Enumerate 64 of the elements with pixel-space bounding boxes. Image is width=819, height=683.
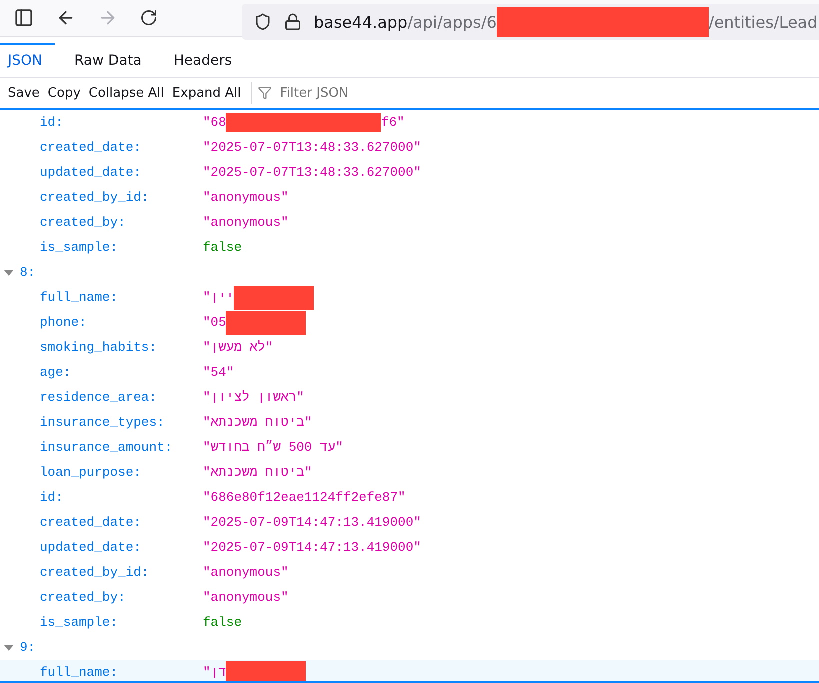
- property-key: created_date:: [40, 515, 203, 530]
- property-key: full_name:: [40, 665, 203, 680]
- property-key: is_sample:: [40, 240, 203, 255]
- url-path: /api/apps/6: [408, 12, 497, 32]
- view-tab[interactable]: Raw Data: [66, 43, 154, 77]
- view-tab[interactable]: JSON: [0, 43, 55, 77]
- toolbar-button[interactable]: Collapse All: [84, 84, 168, 102]
- property-key: insurance_types:: [40, 415, 203, 430]
- reload-icon[interactable]: [140, 9, 158, 27]
- property-key: created_by:: [40, 215, 203, 230]
- property-key: created_by_id:: [40, 190, 203, 205]
- property-value: "2025-07-07T13:48:33.627000": [203, 140, 422, 155]
- property-value: "68: [203, 115, 226, 130]
- property-key: insurance_amount:: [40, 440, 203, 455]
- array-index: 9:: [20, 640, 36, 655]
- property-key: id:: [40, 490, 203, 505]
- property-key: loan_purpose:: [40, 465, 203, 480]
- property-value: "ביטוח משכנתא": [203, 415, 312, 430]
- property-value: false: [203, 615, 242, 630]
- property-key: phone:: [40, 315, 203, 330]
- property-key: created_by_id:: [40, 565, 203, 580]
- url-host: base44.app: [314, 12, 408, 32]
- property-value: "anonymous": [203, 215, 289, 230]
- lock-icon: [284, 13, 302, 31]
- sidebar-icon[interactable]: [14, 8, 34, 28]
- property-value: "ביטוח משכנתא": [203, 465, 312, 480]
- property-value: "2025-07-07T13:48:33.627000": [203, 165, 422, 180]
- property-key: smoking_habits:: [40, 340, 203, 355]
- shield-icon[interactable]: [254, 13, 272, 31]
- property-value: "05: [203, 315, 226, 330]
- property-value: "anonymous": [203, 190, 289, 205]
- property-value: false: [203, 240, 242, 255]
- property-key: updated_date:: [40, 165, 203, 180]
- view-tab[interactable]: Headers: [166, 43, 244, 77]
- toolbar-button[interactable]: Expand All: [168, 84, 246, 102]
- property-value: "דן: [203, 665, 226, 680]
- property-value: "anonymous": [203, 590, 289, 605]
- property-key: is_sample:: [40, 615, 203, 630]
- expanded-caret-icon[interactable]: [4, 642, 14, 652]
- property-key: created_by:: [40, 590, 203, 605]
- toolbar-button[interactable]: Save: [4, 84, 44, 102]
- property-key: full_name:: [40, 290, 203, 305]
- property-key: age:: [40, 365, 203, 380]
- property-value: "anonymous": [203, 565, 289, 580]
- property-key: residence_area:: [40, 390, 203, 405]
- property-value: "54": [203, 365, 234, 380]
- property-key: created_date:: [40, 140, 203, 155]
- property-value: "לא מעשן": [203, 340, 274, 355]
- array-index: 8:: [20, 265, 36, 280]
- toolbar-button[interactable]: Copy: [44, 84, 85, 102]
- url-path: /entities/Lead: [708, 12, 818, 32]
- property-key: id:: [40, 115, 203, 130]
- expanded-caret-icon[interactable]: [4, 268, 14, 278]
- property-value: "ראשון לציון": [203, 390, 304, 405]
- property-value: "2025-07-09T14:47:13.419000": [203, 515, 422, 530]
- property-value: "2025-07-09T14:47:13.419000": [203, 540, 422, 555]
- property-key: updated_date:: [40, 540, 203, 555]
- property-value: "עד 500 ש״ח בחודש": [203, 440, 344, 455]
- address-bar[interactable]: base44.app/api/apps/6 /entities/Lead: [242, 4, 819, 40]
- property-value: "686e80f12eae1124ff2efe87": [203, 490, 406, 505]
- filter-field[interactable]: Filter JSON: [278, 84, 482, 102]
- property-value: f6": [381, 115, 405, 130]
- filter-icon: [258, 86, 272, 100]
- property-value: "יין: [203, 290, 234, 305]
